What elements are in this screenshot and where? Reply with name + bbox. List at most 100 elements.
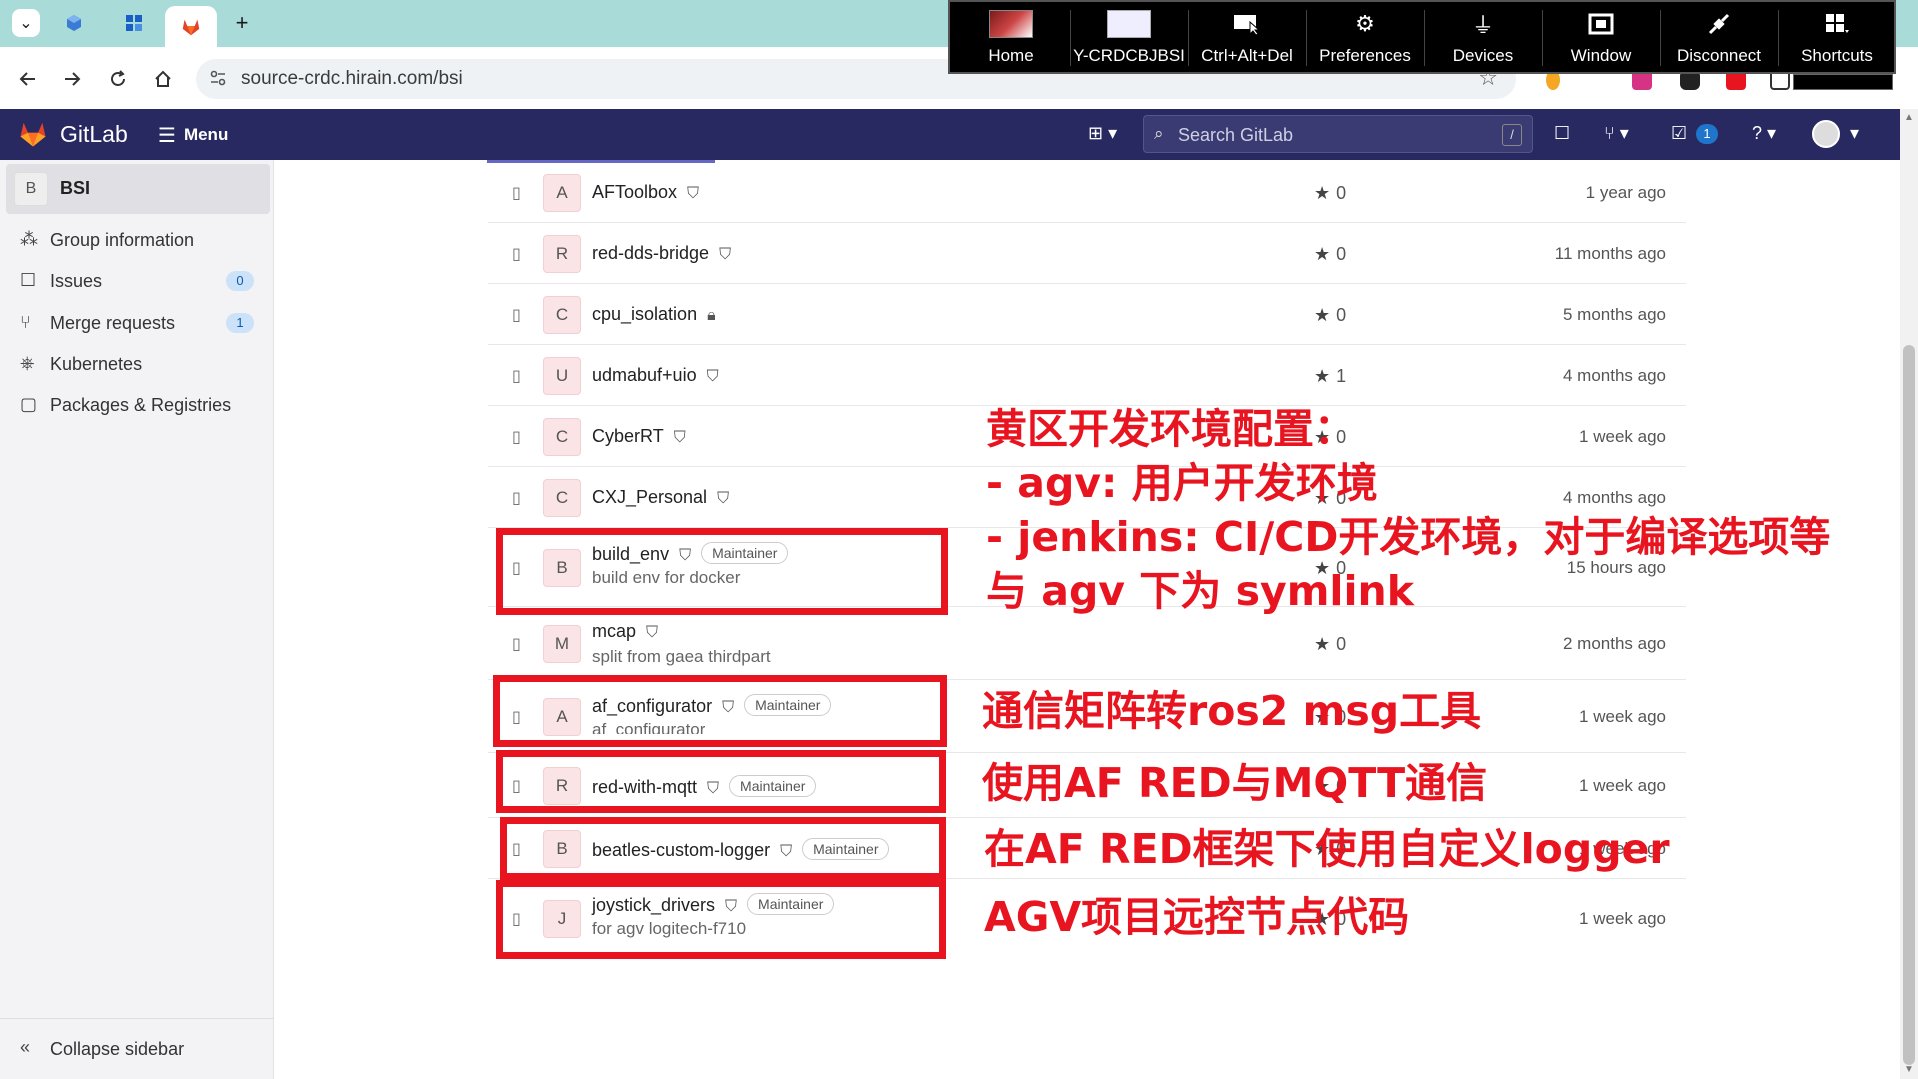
sidebar-item-kubernetes[interactable]: ⎈ Kubernetes bbox=[0, 344, 274, 384]
sidebar-item-merge-requests[interactable]: ⑂ Merge requests 1 bbox=[0, 303, 274, 343]
project-name-line: CyberRT ⛉ bbox=[592, 426, 686, 447]
star-count[interactable]: ★ 0 bbox=[1314, 305, 1346, 326]
annotation-line: 与 agv 下为 symlink bbox=[986, 567, 1414, 615]
user-avatar[interactable] bbox=[1812, 120, 1840, 148]
menu-label: Menu bbox=[183, 125, 229, 144]
merge-requests-count-badge: 1 bbox=[226, 313, 254, 333]
window-icon bbox=[1588, 13, 1614, 35]
project-name-link[interactable]: cpu_isolation bbox=[592, 304, 697, 324]
package-icon: ▢ bbox=[20, 394, 38, 414]
reload-icon bbox=[111, 70, 125, 86]
project-name-link[interactable]: CXJ_Personal bbox=[592, 487, 707, 507]
rdp-preferences-button[interactable]: ⚙ Preferences bbox=[1306, 2, 1424, 74]
star-count[interactable]: ★ 0 bbox=[1314, 183, 1346, 204]
rdp-label: Y-CRDCBJBSI bbox=[1073, 46, 1185, 65]
sidebar-item-group-information[interactable]: ⁂ Group information bbox=[0, 220, 274, 260]
tab-search-button[interactable]: ⌄ bbox=[12, 9, 40, 37]
folder-icon: ▯ bbox=[512, 368, 521, 385]
scroll-up-icon[interactable]: ▲ bbox=[1903, 112, 1915, 123]
kubernetes-icon: ⎈ bbox=[20, 353, 35, 373]
rdp-label: Ctrl+Alt+Del bbox=[1201, 46, 1293, 65]
forward-button[interactable] bbox=[56, 63, 88, 95]
folder-icon: ▯ bbox=[512, 307, 521, 324]
rdp-label: Window bbox=[1570, 46, 1632, 65]
star-count[interactable]: ★ 1 bbox=[1314, 366, 1346, 387]
rdp-window-button[interactable]: Window bbox=[1542, 2, 1660, 74]
plus-icon: + bbox=[235, 10, 249, 35]
project-row[interactable]: ▯ A AFToolbox ⛉ ★ 0 1 year ago bbox=[488, 163, 1686, 223]
scrollbar-thumb[interactable] bbox=[1903, 345, 1915, 1065]
help-icon[interactable]: ? ▾ bbox=[1752, 123, 1776, 144]
home-button[interactable] bbox=[147, 63, 179, 95]
new-tab-button[interactable]: + bbox=[228, 9, 256, 37]
tab-dashboard-icon[interactable] bbox=[120, 9, 148, 37]
tab-cube-icon[interactable] bbox=[60, 9, 88, 37]
star-count-value: 0 bbox=[1336, 183, 1347, 203]
site-info-icon[interactable] bbox=[208, 68, 230, 90]
merge-requests-nav-icon[interactable]: ⑂ ▾ bbox=[1604, 123, 1629, 144]
sidebar-item-issues[interactable]: ☐ Issues 0 bbox=[0, 261, 274, 301]
project-name-link[interactable]: red-dds-bridge bbox=[592, 243, 709, 263]
star-count[interactable]: ★ 0 bbox=[1314, 634, 1346, 655]
rdp-ctrl-alt-del-button[interactable]: Ctrl+Alt+Del bbox=[1188, 2, 1306, 74]
project-description: split from gaea thirdpart bbox=[592, 647, 771, 666]
project-name-link[interactable]: mcap bbox=[592, 621, 636, 641]
project-row[interactable]: ▯ Rred-dds-bridge ⛉ ★ 0 11 months ago bbox=[488, 223, 1686, 284]
project-name-link[interactable]: udmabuf+uio bbox=[592, 365, 697, 385]
star-icon: ★ bbox=[1314, 183, 1331, 203]
menu-button[interactable]: ☰ Menu bbox=[158, 123, 228, 148]
create-new-icon[interactable]: ⊞ ▾ bbox=[1088, 123, 1117, 144]
rdp-label: Home bbox=[988, 46, 1034, 65]
star-count[interactable]: ★ 0 bbox=[1314, 244, 1346, 265]
rdp-label: Preferences bbox=[1319, 46, 1411, 65]
sidebar-item-label: Issues bbox=[50, 271, 103, 291]
search-shortcut-hint: / bbox=[1502, 124, 1522, 146]
rdp-disconnect-button[interactable]: Disconnect bbox=[1660, 2, 1778, 74]
keyboard-strip-icon[interactable] bbox=[1793, 74, 1893, 90]
project-avatar: M bbox=[543, 625, 581, 663]
todo-count-badge: 1 bbox=[1696, 124, 1718, 144]
project-row[interactable]: ▯ Uudmabuf+uio ⛉ ★ 1 4 months ago bbox=[488, 345, 1686, 406]
rdp-devices-button[interactable]: ⏚ Devices bbox=[1424, 2, 1542, 74]
grid-icon bbox=[1826, 14, 1849, 33]
gitlab-title[interactable]: GitLab bbox=[60, 121, 128, 148]
project-avatar: U bbox=[543, 357, 581, 395]
shield-icon: ⛉ bbox=[706, 368, 719, 385]
todo-icon[interactable]: ☑ bbox=[1671, 123, 1687, 144]
rdp-home-button[interactable]: Home bbox=[952, 2, 1070, 74]
star-count-value: 0 bbox=[1336, 305, 1347, 325]
folder-icon: ▯ bbox=[512, 246, 521, 263]
annotation-beatles-custom-logger: 在AF RED框架下使用自定义logger bbox=[984, 825, 1670, 873]
shield-icon: ⛉ bbox=[717, 490, 730, 507]
project-avatar: C bbox=[543, 296, 581, 334]
project-name-link[interactable]: CyberRT bbox=[592, 426, 664, 446]
gears-icon: ⚙ bbox=[1355, 11, 1375, 36]
sidebar-item-label: Packages & Registries bbox=[50, 395, 232, 415]
issues-icon: ☐ bbox=[20, 270, 37, 290]
scroll-down-icon[interactable]: ▼ bbox=[1903, 1064, 1915, 1075]
back-button[interactable] bbox=[12, 63, 44, 95]
project-row[interactable]: ▯ Ccpu_isolation 🔒︎ ★ 0 5 months ago bbox=[488, 284, 1686, 345]
rdp-machine-button[interactable]: Y-CRDCBJBSI bbox=[1070, 2, 1188, 74]
project-avatar: C bbox=[543, 418, 581, 456]
collapse-sidebar-button[interactable]: « Collapse sidebar bbox=[0, 1018, 274, 1079]
project-name-link[interactable]: AFToolbox bbox=[592, 182, 677, 202]
gitlab-logo-icon[interactable] bbox=[18, 119, 48, 149]
group-sidebar: B BSI ⁂ Group information ☐ Issues 0 ⑂ M… bbox=[0, 160, 274, 1079]
project-name-line: udmabuf+uio ⛉ bbox=[592, 365, 719, 386]
search-field[interactable]: ⌕ Search GitLab / bbox=[1143, 115, 1533, 153]
sidebar-item-packages-registries[interactable]: ▢ Packages & Registries bbox=[0, 385, 274, 425]
tab-gitlab[interactable] bbox=[165, 6, 217, 47]
gitlab-top-bar: GitLab ☰ Menu ⊞ ▾ ⌕ Search GitLab / ☐ ⑂ ▾… bbox=[0, 109, 1900, 160]
project-avatar: A bbox=[543, 174, 581, 212]
reload-button[interactable] bbox=[102, 63, 134, 95]
chevron-down-icon[interactable]: ▾ bbox=[1850, 123, 1859, 144]
rdp-shortcuts-button[interactable]: Shortcuts bbox=[1778, 2, 1896, 74]
updated-time: 4 months ago bbox=[1562, 366, 1666, 385]
issues-nav-icon[interactable]: ☐ bbox=[1554, 123, 1570, 144]
folder-icon: ▯ bbox=[512, 429, 521, 446]
annotation-build-env: 黄区开发环境配置： - agv: 用户开发环境 - jenkins: CI/CD… bbox=[986, 402, 1830, 618]
project-avatar: C bbox=[543, 479, 581, 517]
sidebar-group-header[interactable]: B BSI bbox=[6, 164, 270, 214]
star-icon: ★ bbox=[1314, 366, 1331, 386]
